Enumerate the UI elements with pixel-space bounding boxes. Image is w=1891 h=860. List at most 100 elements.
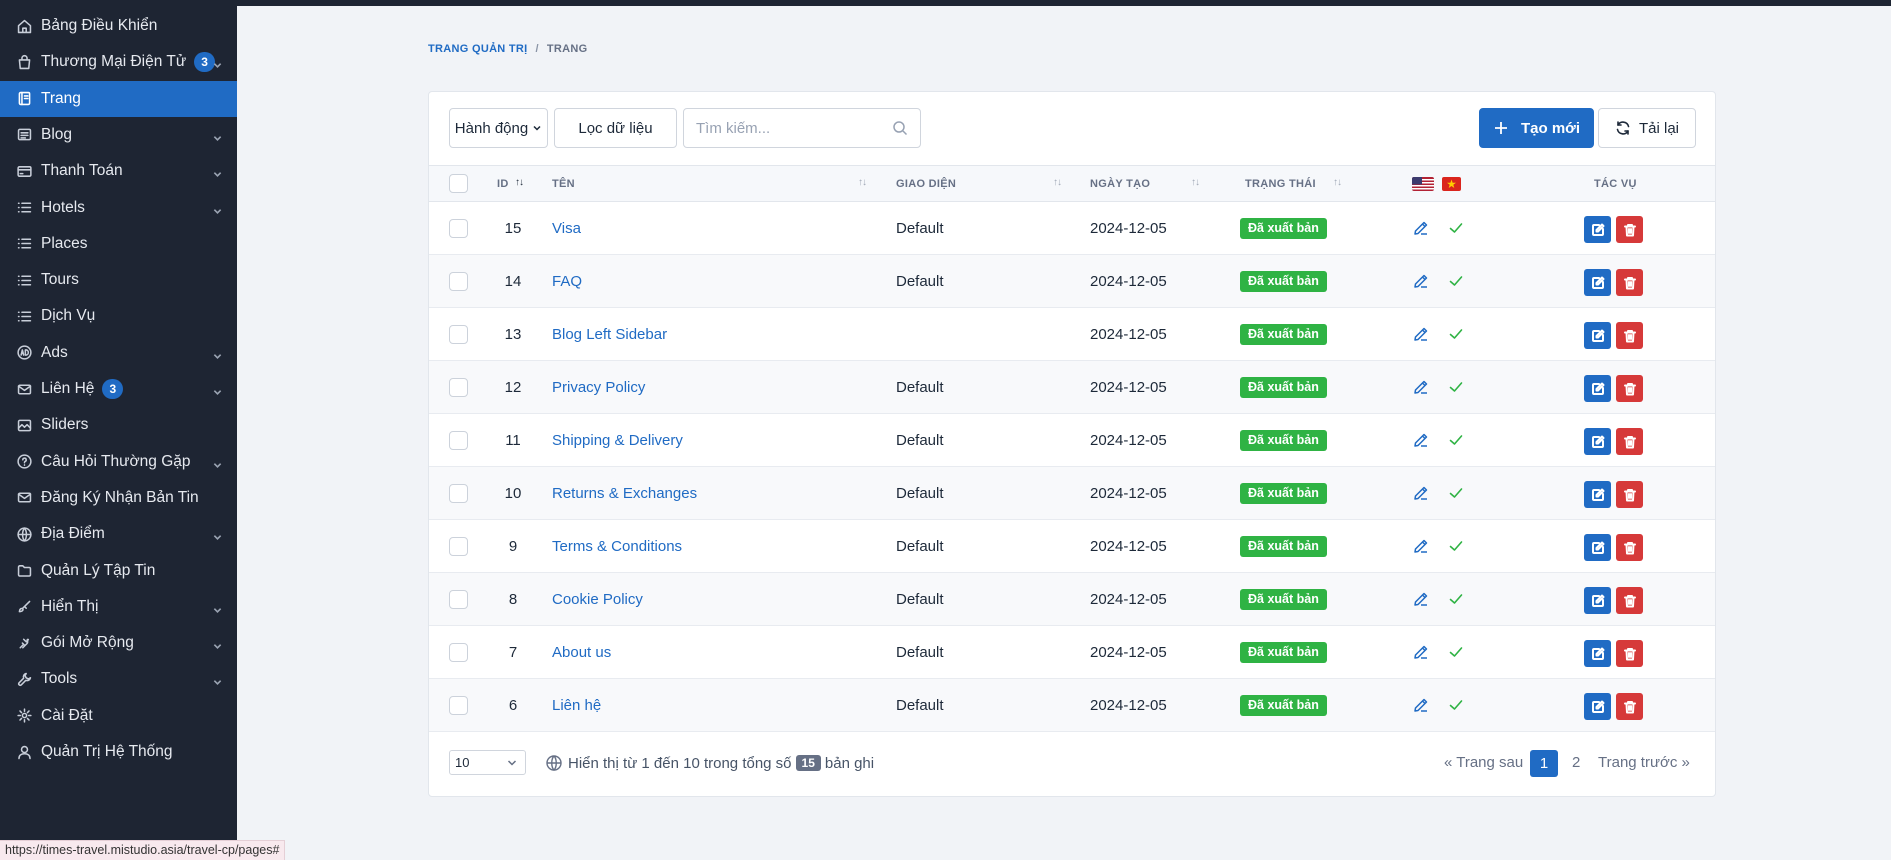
- header-id[interactable]: ID: [497, 178, 509, 190]
- row-name-link[interactable]: Privacy Policy: [552, 379, 645, 396]
- edit-button[interactable]: [1584, 587, 1611, 614]
- edit-button[interactable]: [1584, 481, 1611, 508]
- chevron-down-icon[interactable]: [213, 602, 222, 613]
- row-checkbox[interactable]: [449, 484, 468, 503]
- sidebar-item[interactable]: Thương Mại Điện Tử 3: [0, 44, 237, 80]
- sidebar-item[interactable]: Sliders: [0, 407, 237, 443]
- row-checkbox[interactable]: [449, 219, 468, 238]
- sidebar-item[interactable]: Hiển Thị: [0, 589, 237, 625]
- row-name-link[interactable]: Liên hệ: [552, 697, 601, 714]
- sidebar-item[interactable]: Địa Điểm: [0, 516, 237, 552]
- breadcrumb-root-link[interactable]: TRANG QUẢN TRỊ: [428, 43, 528, 55]
- create-new-button[interactable]: Tạo mới: [1479, 108, 1594, 148]
- chevron-down-icon[interactable]: [213, 457, 222, 468]
- delete-button[interactable]: [1616, 375, 1643, 402]
- sidebar-item[interactable]: Bảng Điều Khiển: [0, 8, 237, 44]
- pager-prev-link[interactable]: « Trang sau: [1444, 754, 1523, 771]
- actions-dropdown-button[interactable]: Hành động: [449, 108, 548, 148]
- sidebar-item[interactable]: Đăng Ký Nhận Bản Tin: [0, 480, 237, 516]
- sidebar-item[interactable]: Quản Lý Tập Tin: [0, 553, 237, 589]
- pager-next-link[interactable]: Trang trước »: [1598, 754, 1690, 771]
- chevron-down-icon[interactable]: [213, 348, 222, 359]
- row-checkbox[interactable]: [449, 431, 468, 450]
- row-name-link[interactable]: Terms & Conditions: [552, 538, 682, 555]
- reload-button[interactable]: Tải lại: [1598, 108, 1696, 148]
- delete-button[interactable]: [1616, 269, 1643, 296]
- sidebar-item[interactable]: Trang: [0, 80, 237, 117]
- search-input[interactable]: [684, 109, 874, 147]
- sidebar-item[interactable]: Liên Hệ 3: [0, 371, 237, 407]
- delete-button[interactable]: [1616, 534, 1643, 561]
- delete-button[interactable]: [1616, 587, 1643, 614]
- row-checkbox[interactable]: [449, 272, 468, 291]
- delete-button[interactable]: [1616, 216, 1643, 243]
- sort-icon[interactable]: ↑↓: [858, 177, 867, 188]
- edit-translation-icon[interactable]: [1412, 272, 1430, 290]
- chevron-down-icon[interactable]: [213, 57, 222, 69]
- edit-button[interactable]: [1584, 269, 1611, 296]
- sidebar-item[interactable]: Ads: [0, 335, 237, 371]
- edit-button[interactable]: [1584, 534, 1611, 561]
- row-name-link[interactable]: Visa: [552, 220, 581, 237]
- edit-button[interactable]: [1584, 375, 1611, 402]
- delete-button[interactable]: [1616, 428, 1643, 455]
- sort-asc-icon[interactable]: ↑↓: [515, 177, 524, 188]
- sort-icon[interactable]: ↑↓: [1053, 177, 1062, 188]
- edit-button[interactable]: [1584, 216, 1611, 243]
- edit-translation-icon[interactable]: [1412, 696, 1430, 714]
- edit-translation-icon[interactable]: [1412, 537, 1430, 555]
- edit-translation-icon[interactable]: [1412, 590, 1430, 608]
- row-name-link[interactable]: About us: [552, 644, 611, 661]
- row-checkbox[interactable]: [449, 325, 468, 344]
- sidebar-item[interactable]: Tours: [0, 262, 237, 298]
- chevron-down-icon[interactable]: [213, 384, 222, 395]
- sidebar-item[interactable]: Places: [0, 226, 237, 262]
- header-status[interactable]: TRẠNG THÁI: [1245, 178, 1316, 190]
- delete-button[interactable]: [1616, 693, 1643, 720]
- edit-translation-icon[interactable]: [1412, 643, 1430, 661]
- header-created[interactable]: NGÀY TẠO: [1090, 178, 1150, 190]
- per-page-select[interactable]: 10: [449, 750, 526, 775]
- edit-translation-icon[interactable]: [1412, 378, 1430, 396]
- edit-button[interactable]: [1584, 640, 1611, 667]
- delete-button[interactable]: [1616, 640, 1643, 667]
- row-name-link[interactable]: Blog Left Sidebar: [552, 326, 667, 343]
- chevron-down-icon[interactable]: [213, 203, 222, 214]
- row-checkbox[interactable]: [449, 378, 468, 397]
- sidebar-item[interactable]: Cài Đặt: [0, 698, 237, 734]
- row-checkbox[interactable]: [449, 696, 468, 715]
- sidebar-item[interactable]: Dịch Vụ: [0, 298, 237, 334]
- header-name[interactable]: TÊN: [552, 178, 575, 190]
- chevron-down-icon[interactable]: [213, 638, 222, 650]
- sidebar-item[interactable]: Câu Hỏi Thường Gặp: [0, 444, 237, 480]
- sort-icon[interactable]: ↑↓: [1191, 177, 1200, 188]
- edit-button[interactable]: [1584, 428, 1611, 455]
- pager-page-1[interactable]: 1: [1530, 750, 1558, 777]
- edit-translation-icon[interactable]: [1412, 431, 1430, 449]
- delete-button[interactable]: [1616, 481, 1643, 508]
- edit-translation-icon[interactable]: [1412, 219, 1430, 237]
- row-name-link[interactable]: Shipping & Delivery: [552, 432, 683, 449]
- row-name-link[interactable]: FAQ: [552, 273, 582, 290]
- sidebar-item[interactable]: Thanh Toán: [0, 153, 237, 189]
- filter-button[interactable]: Lọc dữ liệu: [554, 108, 677, 148]
- row-checkbox[interactable]: [449, 643, 468, 662]
- chevron-down-icon[interactable]: [213, 130, 222, 141]
- sidebar-item[interactable]: Hotels: [0, 190, 237, 226]
- sort-icon[interactable]: ↑↓: [1333, 177, 1342, 188]
- sidebar-item[interactable]: Quản Trị Hệ Thống: [0, 734, 237, 770]
- pager-page-2[interactable]: 2: [1572, 754, 1580, 771]
- chevron-down-icon[interactable]: [213, 529, 222, 541]
- chevron-down-icon[interactable]: [213, 166, 222, 178]
- delete-button[interactable]: [1616, 322, 1643, 349]
- edit-button[interactable]: [1584, 322, 1611, 349]
- search-icon[interactable]: [892, 120, 908, 136]
- select-all-checkbox[interactable]: [449, 174, 468, 193]
- row-checkbox[interactable]: [449, 537, 468, 556]
- edit-translation-icon[interactable]: [1412, 484, 1430, 502]
- header-template[interactable]: GIAO DIỆN: [896, 178, 956, 190]
- row-name-link[interactable]: Cookie Policy: [552, 591, 643, 608]
- edit-button[interactable]: [1584, 693, 1611, 720]
- row-checkbox[interactable]: [449, 590, 468, 609]
- edit-translation-icon[interactable]: [1412, 325, 1430, 343]
